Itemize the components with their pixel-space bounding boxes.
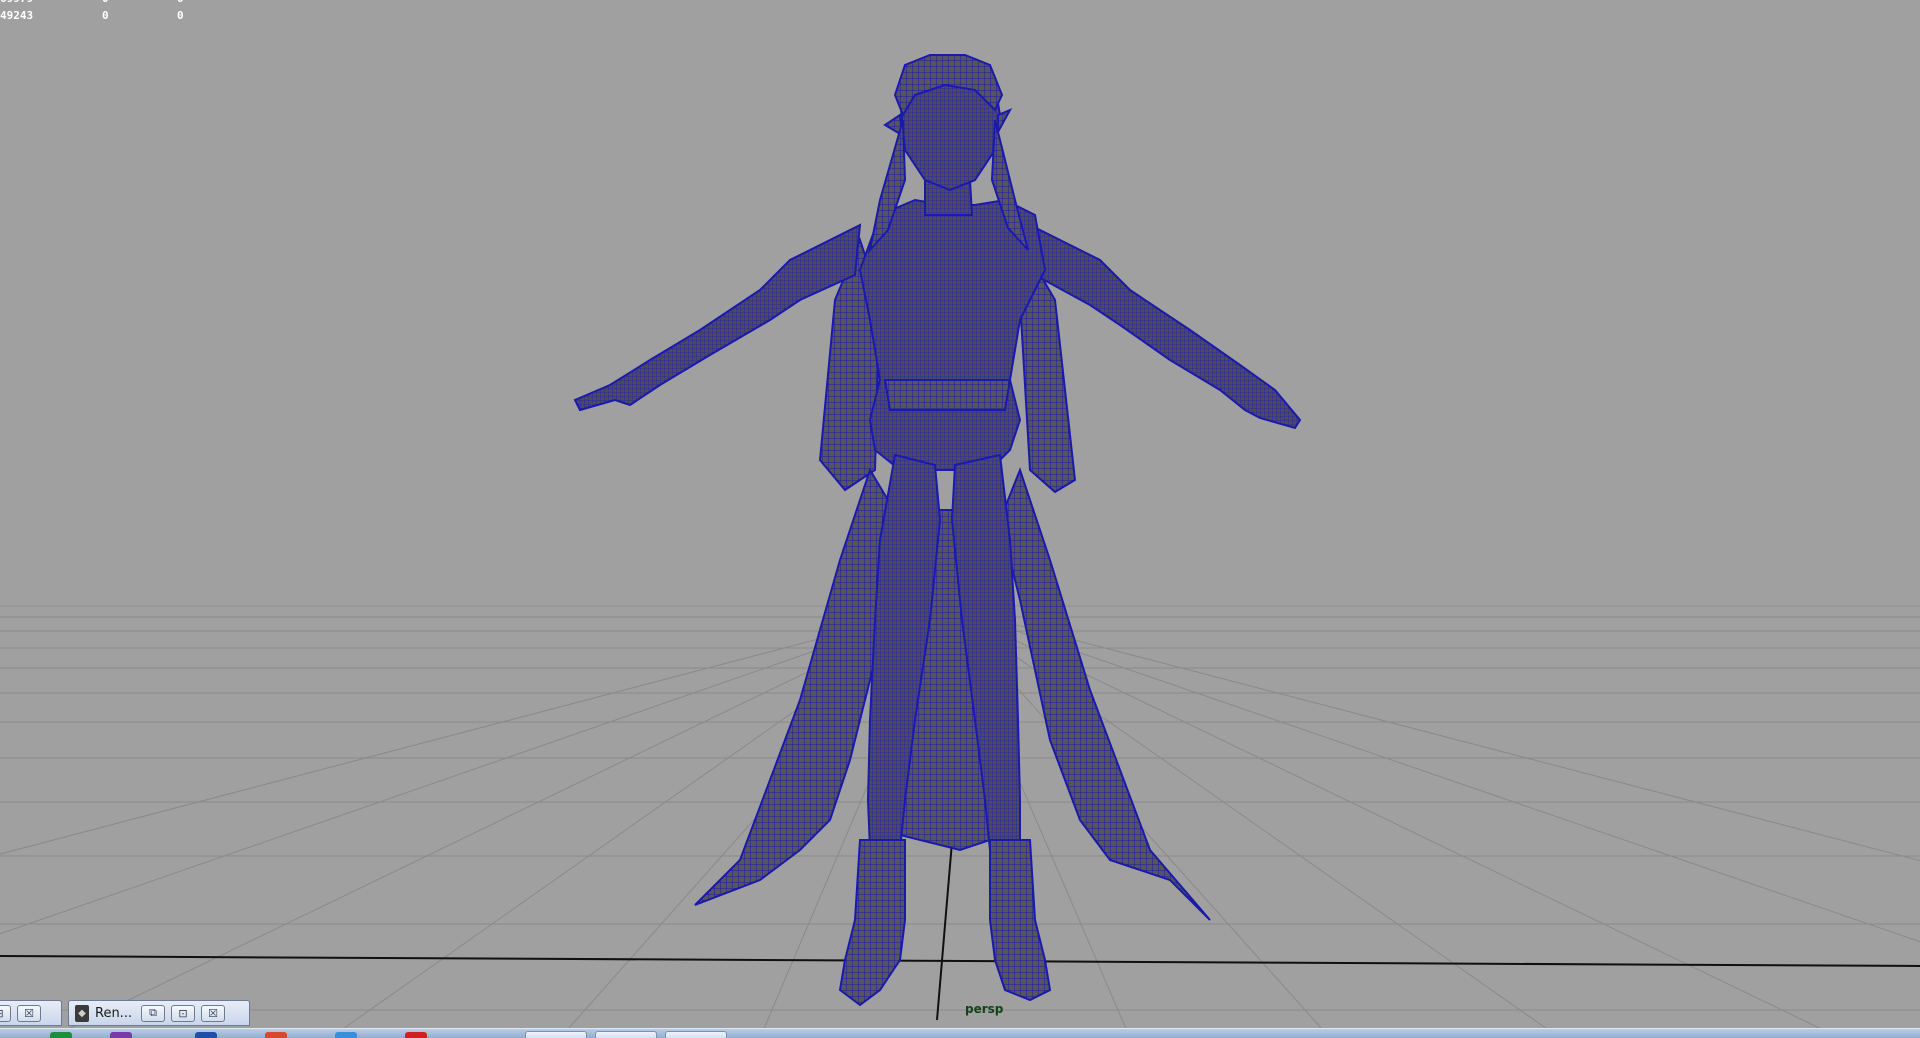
left-boot — [838, 839, 906, 1007]
belt — [883, 379, 1012, 411]
hud-value: 0 — [177, 9, 184, 22]
restore-button[interactable]: ⊟ — [0, 1004, 11, 1022]
maximize-button[interactable]: ⊡ — [171, 1004, 195, 1022]
camera-name-label: persp — [965, 1002, 1004, 1016]
z-axis-line — [936, 829, 954, 1021]
torso — [858, 198, 1047, 471]
taskbar-button-maya[interactable] — [595, 1031, 657, 1038]
panel-title: Ren... — [95, 1005, 133, 1021]
excel-icon[interactable] — [50, 1032, 72, 1038]
maya-perspective-viewport[interactable]: 69979 0 0 49243 0 0 persp ⊟ ☒ ◆ Ren... ⧉… — [0, 0, 1920, 1038]
hud-value: 0 — [102, 0, 109, 7]
right-boot — [989, 839, 1052, 1002]
minimized-panel[interactable]: ⊟ ☒ — [0, 1000, 62, 1026]
close-button[interactable]: ☒ — [17, 1004, 41, 1022]
heads-up-display-poly-count: 69979 0 0 49243 0 0 — [0, 0, 220, 24]
render-view-icon: ◆ — [75, 1004, 89, 1022]
visualstudio-icon[interactable] — [110, 1032, 132, 1038]
minimized-render-panel[interactable]: ◆ Ren... ⧉ ⊡ ☒ — [68, 1000, 250, 1026]
taskbar-button[interactable] — [665, 1031, 727, 1038]
opera-icon[interactable] — [405, 1032, 427, 1038]
hud-value: 49243 — [0, 9, 34, 22]
chrome-icon[interactable] — [265, 1032, 287, 1038]
hud-value: 0 — [177, 0, 184, 7]
scene-view[interactable] — [0, 0, 1920, 1038]
windows-taskbar — [0, 1028, 1920, 1038]
word-icon[interactable] — [195, 1032, 217, 1038]
taskbar-button[interactable] — [525, 1031, 587, 1038]
close-button[interactable]: ☒ — [201, 1004, 225, 1022]
x-axis-line — [0, 955, 1920, 967]
explorer-icon[interactable] — [335, 1032, 357, 1038]
hud-value: 0 — [102, 9, 109, 22]
hud-row: 69979 0 0 — [0, 0, 220, 7]
hud-value: 69979 — [0, 0, 33, 7]
restore-button[interactable]: ⧉ — [141, 1004, 165, 1022]
hud-row: 49243 0 0 — [0, 7, 220, 24]
